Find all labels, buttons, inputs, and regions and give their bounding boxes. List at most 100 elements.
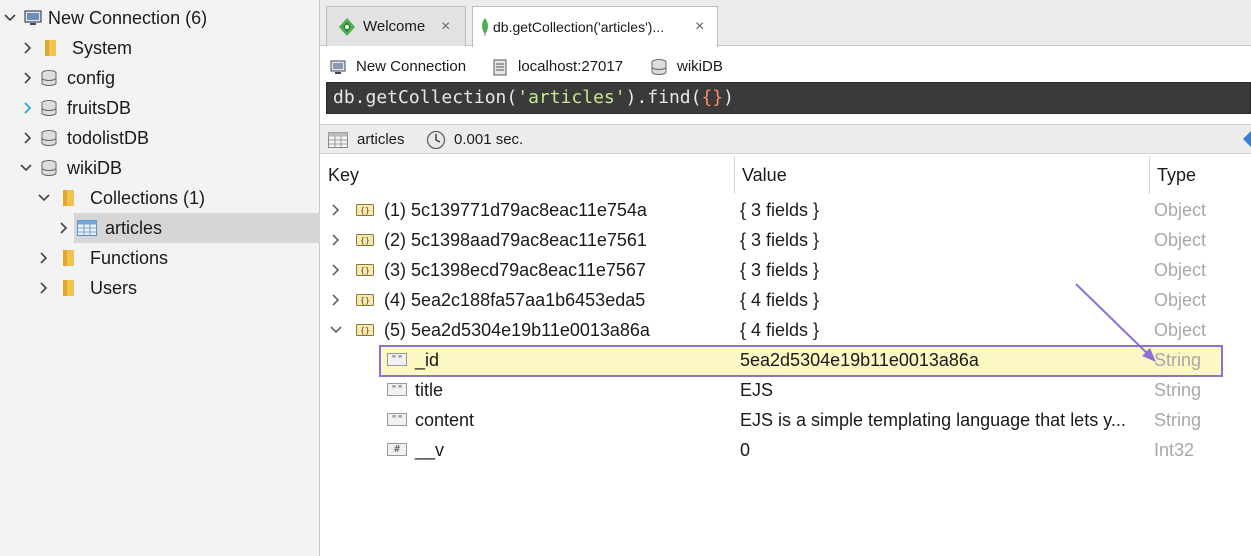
table-icon [328, 132, 348, 148]
tree-item-label: todolistDB [67, 128, 150, 148]
folder-icon [63, 250, 74, 266]
chevron-right-icon[interactable] [22, 72, 34, 84]
row-type: String [1154, 410, 1202, 430]
row-type: Object [1154, 230, 1207, 250]
tree-item-fruitsdb[interactable]: fruitsDB [0, 93, 320, 123]
chevron-right-icon[interactable] [22, 102, 34, 114]
column-header-key[interactable]: Key [328, 156, 359, 194]
svg-text:{}: {} [360, 206, 370, 215]
tree-item-functions[interactable]: Functions [0, 243, 320, 273]
robo-logo-icon [339, 18, 355, 36]
context-host-label: localhost:27017 [518, 58, 624, 75]
row-value: 5ea2d5304e19b11e0013a86a [740, 350, 979, 370]
row-value: EJS is a simple templating language that… [740, 410, 1126, 430]
tree-item-label: System [72, 38, 133, 58]
close-icon[interactable]: × [695, 7, 704, 47]
string-type-icon: "" [387, 413, 407, 426]
object-icon: {} [356, 204, 374, 216]
tree-item-label: config [67, 68, 116, 88]
query-prefix: db.getCollection( [333, 87, 518, 108]
context-database-label: wikiDB [677, 58, 723, 75]
chevron-right-icon[interactable] [330, 264, 342, 276]
table-row-child[interactable]: "" content EJS is a simple templating la… [320, 405, 1251, 435]
column-divider[interactable] [734, 156, 735, 194]
chevron-right-icon[interactable] [22, 42, 34, 54]
tree-item-articles[interactable]: articles [60, 213, 320, 243]
tree-item-label: Collections (1) [90, 188, 206, 208]
chevron-right-icon[interactable] [58, 222, 70, 234]
tree-item-label: Users [90, 278, 138, 298]
table-row-child[interactable]: # __v 0 Int32 [320, 435, 1251, 465]
connection-label: New Connection (6) [48, 8, 208, 28]
tab-query-articles[interactable]: db.getCollection('articles')... × [472, 6, 718, 47]
results-time-label: 0.001 sec. [454, 131, 524, 148]
context-connection-label: New Connection [356, 58, 467, 75]
table-row[interactable]: {} (2) 5c1398aad79ac8eac11e7561 { 3 fiel… [320, 225, 1251, 255]
row-key: __v [415, 440, 445, 460]
chevron-right-icon[interactable] [38, 252, 50, 264]
chevron-right-icon[interactable] [330, 294, 342, 306]
tab-bar: Welcome × db.getCollection('articles')..… [320, 0, 1251, 47]
string-type-icon: "" [387, 383, 407, 396]
row-key: title [415, 380, 444, 400]
table-row[interactable]: {} (3) 5c1398ecd79ac8eac11e7567 { 3 fiel… [320, 255, 1251, 285]
row-key: (4) 5ea2c188fa57aa1b6453eda5 [384, 290, 646, 310]
row-type: Object [1154, 290, 1207, 310]
column-divider[interactable] [1149, 156, 1150, 194]
chevron-down-icon[interactable] [38, 192, 50, 204]
tree-item-config[interactable]: config [0, 63, 320, 93]
row-value: { 3 fields } [740, 260, 820, 280]
row-value: { 3 fields } [740, 230, 820, 250]
database-icon [41, 100, 57, 116]
row-key: content [415, 410, 475, 430]
object-icon: {} [356, 264, 374, 276]
row-type: String [1154, 380, 1202, 400]
tree-item-system[interactable]: System [0, 33, 320, 63]
row-value: EJS [740, 380, 774, 400]
row-type: Int32 [1154, 440, 1195, 460]
query-editor[interactable]: db.getCollection('articles').find({}) [326, 82, 1251, 114]
tree-item-label: fruitsDB [67, 98, 132, 118]
query-middle: ).find( [625, 87, 702, 108]
chevron-right-icon[interactable] [330, 234, 342, 246]
results-collection-label: articles [357, 131, 405, 148]
column-header-type[interactable]: Type [1157, 156, 1196, 194]
close-icon[interactable]: × [441, 7, 450, 47]
tree-item-users[interactable]: Users [0, 273, 320, 303]
object-icon: {} [356, 324, 374, 336]
table-row[interactable]: {} (1) 5c139771d79ac8eac11e754a { 3 fiel… [320, 195, 1251, 225]
database-icon [41, 160, 57, 176]
table-row-child[interactable]: "" title EJS String [320, 375, 1251, 405]
chevron-right-icon[interactable] [22, 132, 34, 144]
monitor-icon [330, 60, 346, 74]
table-icon [77, 220, 97, 236]
chevron-right-icon[interactable] [330, 204, 342, 216]
tab-welcome[interactable]: Welcome × [326, 6, 466, 46]
row-value: { 4 fields } [740, 290, 820, 310]
collapse-panel-arrow-icon[interactable] [1243, 131, 1251, 147]
table-row-child[interactable]: "" _id 5ea2d5304e19b11e0013a86a String [320, 345, 1251, 375]
folder-icon [45, 40, 56, 56]
chevron-down-icon[interactable] [20, 162, 32, 174]
tree-item-collections[interactable]: Collections (1) [0, 183, 320, 213]
row-type: String [1154, 350, 1202, 370]
database-icon [41, 130, 57, 146]
tree-connection[interactable]: New Connection (6) [0, 3, 320, 33]
chevron-right-icon[interactable] [38, 282, 50, 294]
column-header-value[interactable]: Value [742, 156, 787, 194]
results-toolbar: articles 0.001 sec. [320, 124, 1251, 154]
tree-item-wikidb[interactable]: wikiDB [0, 153, 320, 183]
row-value: 0 [740, 440, 751, 460]
tree-item-label: articles [105, 218, 163, 238]
table-row[interactable]: {} (5) 5ea2d5304e19b11e0013a86a { 4 fiel… [320, 315, 1251, 345]
row-key: _id [415, 350, 440, 370]
chevron-down-icon[interactable] [4, 12, 16, 24]
query-context-bar: New Connection localhost:27017 wikiDB [320, 54, 1251, 80]
chevron-down-icon[interactable] [330, 324, 342, 336]
table-row[interactable]: {} (4) 5ea2c188fa57aa1b6453eda5 { 4 fiel… [320, 285, 1251, 315]
tree-item-todolistdb[interactable]: todolistDB [0, 123, 320, 153]
row-key: (5) 5ea2d5304e19b11e0013a86a [384, 320, 650, 340]
row-value: { 3 fields } [740, 200, 820, 220]
row-type: Object [1154, 260, 1207, 280]
query-braces: {} [701, 87, 724, 108]
